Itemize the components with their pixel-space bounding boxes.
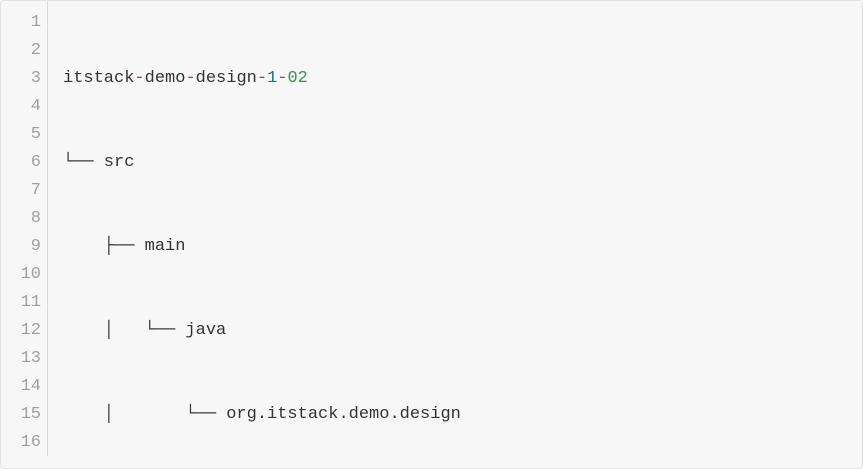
project-name-token: design <box>196 69 257 88</box>
project-name-token: demo <box>145 69 186 88</box>
line-number: 10 <box>1 261 41 289</box>
code-line-tree: │ └── java <box>63 317 862 345</box>
hyphen-token: - <box>277 69 287 88</box>
line-number-gutter: 1 2 3 4 5 6 7 8 9 10 11 12 13 14 15 16 <box>1 1 48 456</box>
code-block: 1 2 3 4 5 6 7 8 9 10 11 12 13 14 15 16 i… <box>0 0 863 469</box>
line-number: 2 <box>1 37 41 65</box>
project-name-token: itstack <box>63 69 134 88</box>
line-number: 3 <box>1 65 41 93</box>
line-number: 6 <box>1 149 41 177</box>
code-line-project-name: itstack-demo-design-1-02 <box>63 65 862 93</box>
code-line-tree: ├── main <box>63 233 862 261</box>
hyphen-token: - <box>185 69 195 88</box>
line-number: 14 <box>1 373 41 401</box>
line-number: 16 <box>1 429 41 457</box>
line-number: 5 <box>1 121 41 149</box>
line-number: 13 <box>1 345 41 373</box>
hyphen-token: - <box>134 69 144 88</box>
line-number: 15 <box>1 401 41 429</box>
line-number: 7 <box>1 177 41 205</box>
number-token: 1 <box>267 69 277 88</box>
line-number: 11 <box>1 289 41 317</box>
line-number: 8 <box>1 205 41 233</box>
code-line-tree: │ └── org.itstack.demo.design <box>63 401 862 429</box>
line-number: 9 <box>1 233 41 261</box>
number-token: 02 <box>287 69 307 88</box>
line-number: 4 <box>1 93 41 121</box>
code-line-tree: └── src <box>63 149 862 177</box>
line-number: 1 <box>1 9 41 37</box>
hyphen-token: - <box>257 69 267 88</box>
code-content: itstack-demo-design-1-02 └── src ├── mai… <box>48 1 862 456</box>
line-number: 12 <box>1 317 41 345</box>
